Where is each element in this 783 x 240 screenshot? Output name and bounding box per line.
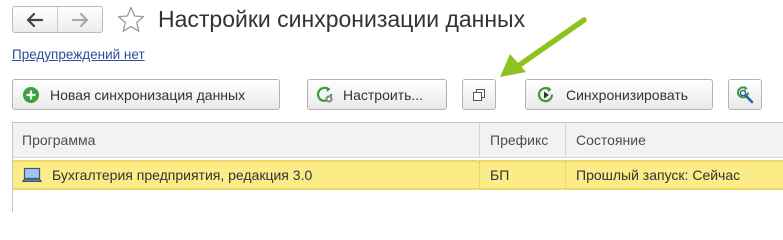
arrow-left-icon [27, 12, 43, 27]
sync-play-icon [536, 85, 556, 105]
star-outline-icon[interactable] [116, 5, 146, 35]
sync-settings-window: Настройки синхронизации данных Предупреж… [0, 0, 783, 212]
search-refresh-icon [737, 85, 754, 103]
synchronize-button[interactable]: Синхронизировать [525, 79, 713, 110]
computer-icon [22, 167, 42, 183]
forward-button[interactable] [57, 7, 102, 32]
synchronize-label: Синхронизировать [566, 86, 689, 103]
row-program-cell: Бухгалтерия предприятия, редакция 3.0 [13, 162, 480, 188]
open-window-button[interactable] [462, 79, 496, 110]
table-header: Программа Префикс Состояние [13, 123, 783, 158]
back-button[interactable] [13, 7, 57, 32]
row-program-text: Бухгалтерия предприятия, редакция 3.0 [52, 167, 313, 183]
open-window-icon [473, 88, 485, 101]
new-sync-button[interactable]: Новая синхронизация данных [12, 79, 280, 110]
arrow-right-icon [72, 12, 88, 27]
sync-table: Программа Префикс Состояние Бухгалтерия … [12, 122, 783, 212]
new-sync-label: Новая синхронизация данных [50, 86, 246, 103]
row-prefix-cell: БП [480, 162, 566, 188]
navigation-buttons [12, 6, 103, 33]
column-header-prefix[interactable]: Префикс [480, 123, 566, 157]
column-header-state[interactable]: Состояние [566, 123, 783, 157]
configure-button[interactable]: Настроить... [307, 79, 447, 110]
refresh-gear-icon [315, 85, 335, 105]
warnings-link[interactable]: Предупреждений нет [12, 46, 145, 64]
row-state-cell: Прошлый запуск: Сейчас [576, 167, 741, 183]
plus-circle-icon [21, 85, 41, 105]
page-title: Настройки синхронизации данных [158, 6, 526, 32]
configure-label: Настроить... [343, 86, 424, 103]
table-row[interactable]: Бухгалтерия предприятия, редакция 3.0 БП… [13, 160, 783, 190]
search-button[interactable] [728, 79, 762, 110]
column-header-program[interactable]: Программа [13, 123, 480, 157]
